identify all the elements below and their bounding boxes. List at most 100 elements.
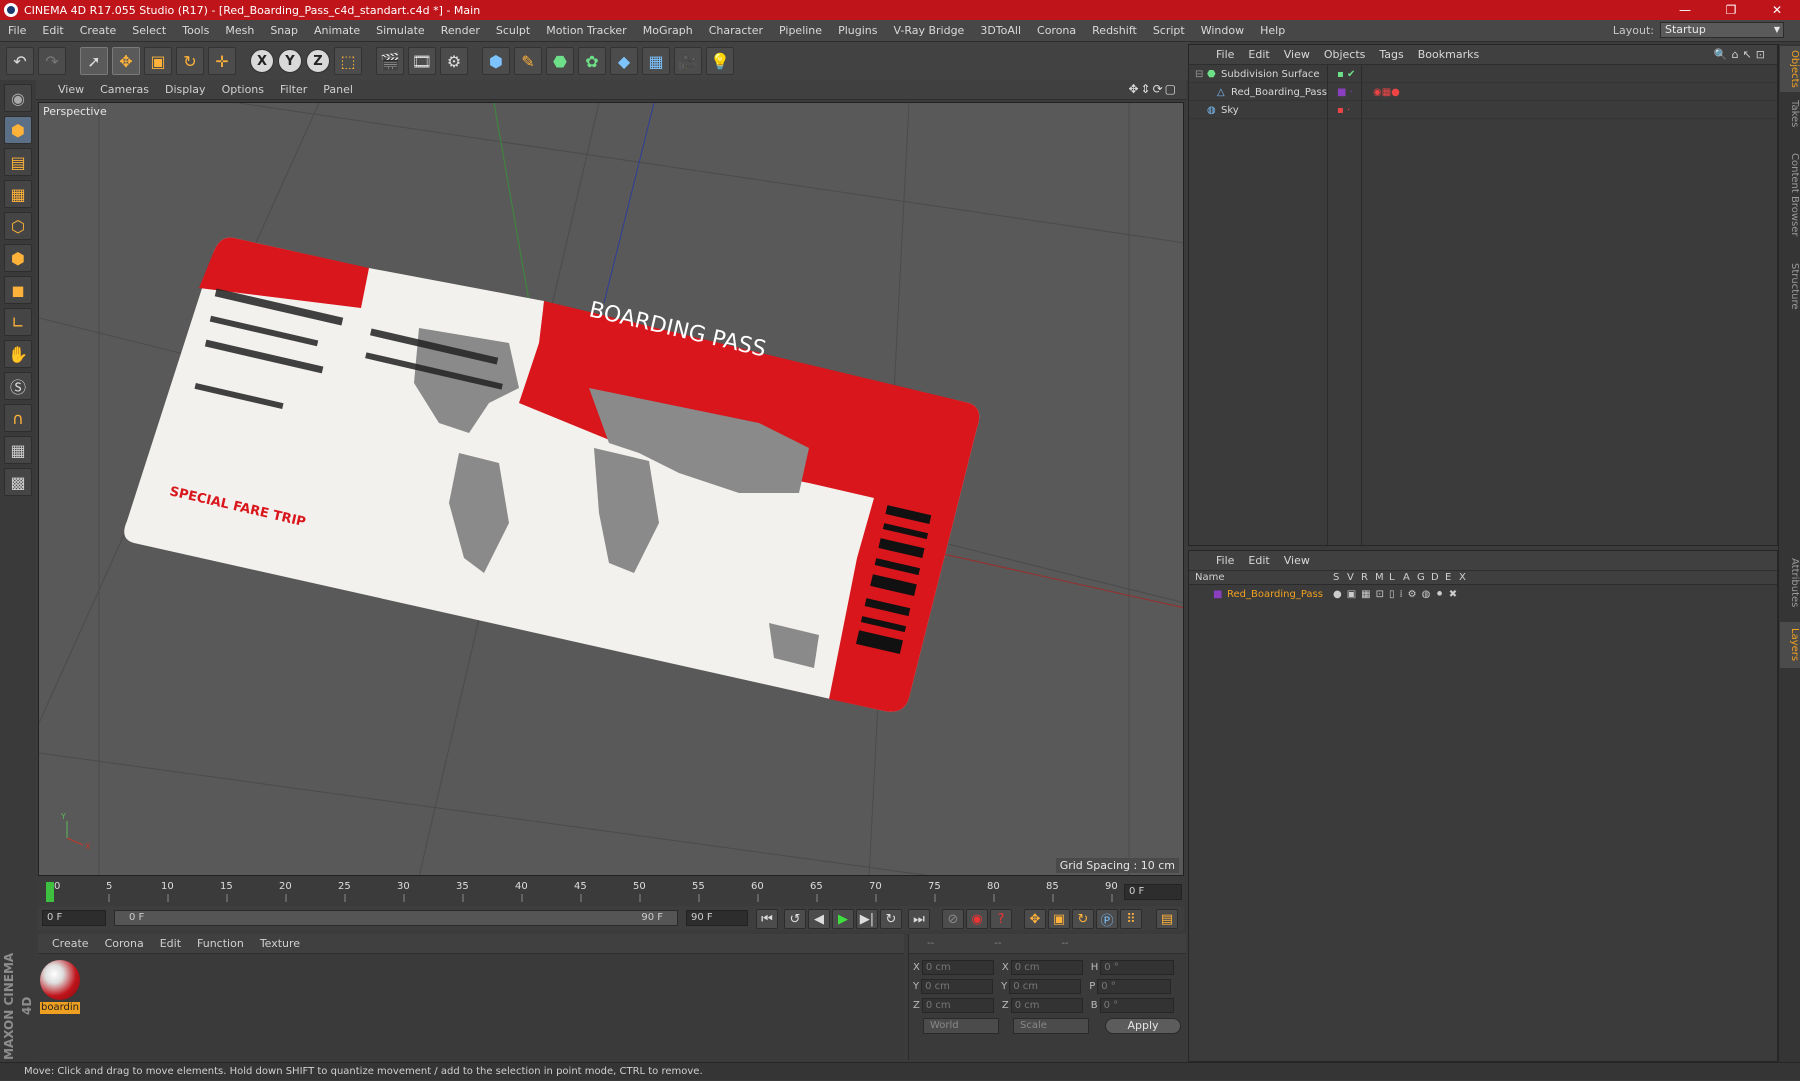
menu-help[interactable]: Help	[1252, 24, 1293, 37]
close-button[interactable]: ✕	[1754, 0, 1800, 20]
menu-3dtoall[interactable]: 3DToAll	[972, 24, 1029, 37]
menu-create[interactable]: Create	[72, 24, 125, 37]
size-mode-select[interactable]: Scale	[1013, 1018, 1089, 1034]
tab-layers[interactable]: Layers	[1780, 622, 1800, 668]
undo-icon[interactable]: ↶	[6, 47, 34, 75]
tab-content-browser[interactable]: Content Browser	[1780, 136, 1800, 254]
scale-tool-icon[interactable]: ▣	[144, 47, 172, 75]
menu-sculpt[interactable]: Sculpt	[488, 24, 538, 37]
play-icon[interactable]: ▶	[832, 909, 854, 929]
material-menu-texture[interactable]: Texture	[252, 937, 308, 950]
layer-color-swatch[interactable]: ■	[1213, 587, 1222, 603]
timeline-window-icon[interactable]: ▤	[1156, 909, 1178, 929]
previous-key-icon[interactable]: ↺	[784, 909, 806, 929]
key-parameter-icon[interactable]: Ⓟ	[1096, 909, 1118, 929]
layers-menu-view[interactable]: View	[1277, 554, 1317, 567]
rotation-h-field[interactable]: 0 °	[1100, 960, 1175, 975]
layer-toggle-icons[interactable]: ●▣▦⊡▯⁞⚙◍⚫✖	[1333, 587, 1462, 603]
object-row[interactable]: ◍ Sky ▪ ·	[1189, 103, 1777, 119]
polygons-mode-icon[interactable]: ◼	[4, 276, 32, 304]
go-to-start-icon[interactable]: ⏮	[756, 909, 778, 929]
size-x-field[interactable]: 0 cm	[1010, 960, 1083, 975]
coordinate-system-icon[interactable]: ⬚	[334, 47, 362, 75]
tree-collapse-icon[interactable]: ⊟	[1195, 67, 1203, 83]
menu-vray-bridge[interactable]: V-Ray Bridge	[885, 24, 972, 37]
pen-spline-icon[interactable]: ✎	[514, 47, 542, 75]
objects-menu-edit[interactable]: Edit	[1241, 48, 1276, 61]
size-y-field[interactable]: 0 cm	[1009, 979, 1082, 994]
viewport-menu-display[interactable]: Display	[157, 83, 214, 96]
material-menu-create[interactable]: Create	[44, 937, 97, 950]
y-axis-lock-icon[interactable]: Y	[278, 49, 302, 73]
object-name[interactable]: Subdivision Surface	[1221, 67, 1320, 83]
snap-icon[interactable]: Ⓢ	[4, 372, 32, 400]
objects-menu-tags[interactable]: Tags	[1372, 48, 1410, 61]
layer-name[interactable]: Red_Boarding_Pass	[1227, 587, 1323, 603]
object-mode-icon[interactable]: ⬢	[4, 116, 32, 144]
menu-render[interactable]: Render	[433, 24, 488, 37]
key-pla-icon[interactable]: ⠿	[1120, 909, 1142, 929]
objects-menu-bookmarks[interactable]: Bookmarks	[1411, 48, 1486, 61]
points-mode-icon[interactable]: ⬡	[4, 212, 32, 240]
rotation-b-field[interactable]: 0 °	[1099, 998, 1174, 1013]
render-view-icon[interactable]: 🎬	[376, 47, 404, 75]
maximize-button[interactable]: ❐	[1708, 0, 1754, 20]
material-thumbnail[interactable]	[40, 960, 80, 1000]
redo-icon[interactable]: ↷	[38, 47, 66, 75]
live-selection-icon[interactable]: ✛	[208, 47, 236, 75]
menu-redshift[interactable]: Redshift	[1084, 24, 1145, 37]
object-layer-icon[interactable]: ■ ·	[1337, 85, 1353, 101]
floor-icon[interactable]: ▦	[642, 47, 670, 75]
model-mode-icon[interactable]: ◉	[4, 84, 32, 112]
size-z-field[interactable]: 0 cm	[1010, 998, 1083, 1013]
menu-character[interactable]: Character	[701, 24, 771, 37]
objects-menu-objects[interactable]: Objects	[1317, 48, 1373, 61]
start-frame-field[interactable]: 0 F	[42, 910, 106, 926]
apply-button[interactable]: Apply	[1105, 1018, 1181, 1034]
magnet-icon[interactable]: ∩	[4, 404, 32, 432]
object-name[interactable]: Sky	[1221, 103, 1239, 119]
render-picture-viewer-icon[interactable]: 🎞	[408, 47, 436, 75]
next-frame-icon[interactable]: ▶|	[856, 909, 878, 929]
position-x-field[interactable]: 0 cm	[921, 960, 994, 975]
record-keys-icon[interactable]: ⊘	[942, 909, 964, 929]
playhead[interactable]	[46, 882, 54, 902]
viewport-navigation-icons[interactable]: ✥⇕⟳▢	[1128, 82, 1178, 96]
menu-plugins[interactable]: Plugins	[830, 24, 885, 37]
menu-motion-tracker[interactable]: Motion Tracker	[538, 24, 634, 37]
camera-icon[interactable]: 🎥	[674, 47, 702, 75]
previous-frame-icon[interactable]: ◀	[808, 909, 830, 929]
object-manager-search-icons[interactable]: 🔍⌂↖⊡	[1714, 48, 1769, 61]
next-key-icon[interactable]: ↻	[880, 909, 902, 929]
object-status-icons[interactable]: ▪ ·	[1337, 103, 1350, 119]
render-settings-icon[interactable]: ⚙	[440, 47, 468, 75]
objects-menu-file[interactable]: File	[1209, 48, 1241, 61]
coordinate-mode-select[interactable]: World	[923, 1018, 999, 1034]
select-arrow-icon[interactable]: ➚	[80, 47, 108, 75]
position-z-field[interactable]: 0 cm	[921, 998, 994, 1013]
rotate-tool-icon[interactable]: ↻	[176, 47, 204, 75]
autokey-icon[interactable]: ◉	[966, 909, 988, 929]
timeline-ruler[interactable]: 0 5 10 15 20 25 30 35 40 45 50 55 60 65 …	[38, 880, 1184, 904]
menu-tools[interactable]: Tools	[174, 24, 217, 37]
tab-objects[interactable]: Objects	[1780, 46, 1800, 92]
texture-mode-icon[interactable]: ▤	[4, 148, 32, 176]
preview-range-slider[interactable]: 0 F 90 F	[114, 910, 678, 926]
layer-row[interactable]: ■ Red_Boarding_Pass ●▣▦⊡▯⁞⚙◍⚫✖	[1189, 587, 1777, 603]
planar-workplane-icon[interactable]: ▩	[4, 468, 32, 496]
light-icon[interactable]: 💡	[706, 47, 734, 75]
cube-object-icon[interactable]: ⬢	[482, 47, 510, 75]
tab-structure[interactable]: Structure	[1780, 256, 1800, 316]
lock-workplane-icon[interactable]: ▦	[4, 436, 32, 464]
objects-menu-view[interactable]: View	[1277, 48, 1317, 61]
layers-menu-file[interactable]: File	[1209, 554, 1241, 567]
menu-simulate[interactable]: Simulate	[368, 24, 433, 37]
move-tool-icon[interactable]: ✥	[112, 47, 140, 75]
position-y-field[interactable]: 0 cm	[921, 979, 994, 994]
viewport-menu-filter[interactable]: Filter	[272, 83, 315, 96]
object-row[interactable]: ⊟ ⬣ Subdivision Surface ▪ ✔	[1189, 67, 1777, 83]
object-row[interactable]: △ Red_Boarding_Pass ■ · ◉▦●	[1189, 85, 1777, 101]
keyframe-selection-icon[interactable]: ?	[990, 909, 1012, 929]
object-name[interactable]: Red_Boarding_Pass	[1231, 85, 1327, 101]
material-name-label[interactable]: boardin	[40, 1002, 80, 1014]
